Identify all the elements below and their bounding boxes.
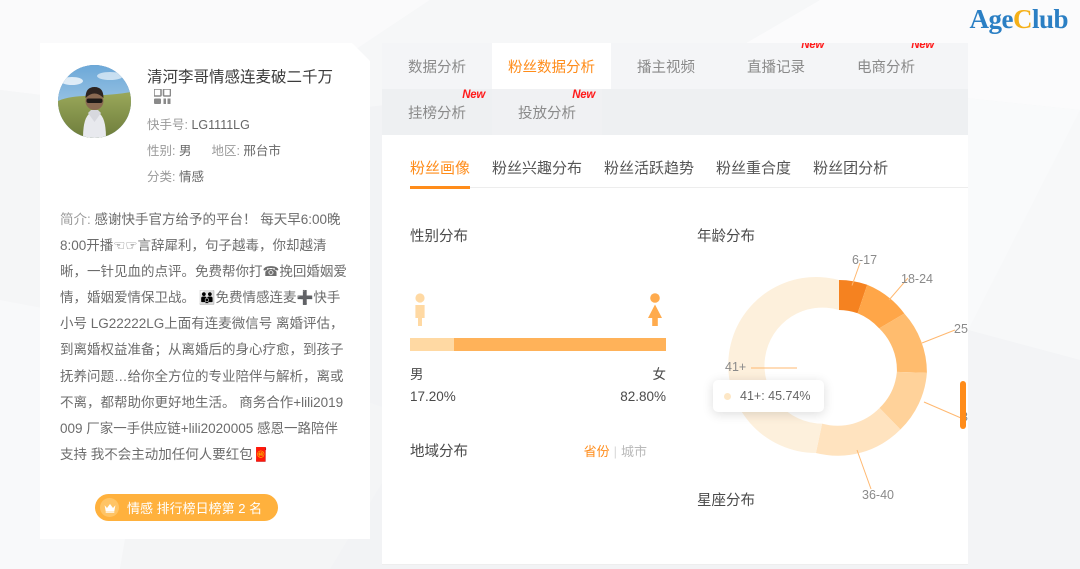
subtab-label: 粉丝活跃趋势 xyxy=(604,160,695,177)
age-chart-tooltip: 41+: 45.74% xyxy=(713,380,824,412)
new-flag: New xyxy=(572,89,595,101)
gender-bar-male-segment xyxy=(410,338,455,351)
age-label-6-17: 6-17 xyxy=(852,253,878,267)
gender-region-line: 性别: 男 地区: 邢台市 xyxy=(147,140,352,159)
gender-labels: 男 17.20% 女 82.80% xyxy=(410,364,666,409)
brand-logo-part2: C xyxy=(1012,4,1033,34)
tab-label: 挂榜分析 xyxy=(408,105,466,122)
tab-live-records[interactable]: New 直播记录 xyxy=(721,43,831,89)
tab-label: 直播记录 xyxy=(747,59,805,76)
profile-nickname: 清河李哥情感连麦破二千万 xyxy=(147,69,334,86)
gender-icons xyxy=(410,292,666,326)
region-toggle-province[interactable]: 省份 xyxy=(584,444,610,459)
secondary-tabbar: 粉丝画像 粉丝兴趣分布 粉丝活跃趋势 粉丝重合度 粉丝团分析 xyxy=(382,135,968,189)
region-toggle-separator: | xyxy=(613,443,617,459)
gender-value: 男 xyxy=(178,144,192,159)
analytics-content: 粉丝画像 粉丝兴趣分布 粉丝活跃趋势 粉丝重合度 粉丝团分析 性别分布 男 17… xyxy=(382,135,968,565)
subtab-fan-overlap[interactable]: 粉丝重合度 xyxy=(716,157,791,188)
profile-intro-text: 感谢快手官方给予的平台！ 每天早6:00晚8:00开播☜☞言辞犀利，句子越毒，你… xyxy=(60,212,347,462)
age-label-25-30: 25-30 xyxy=(954,322,968,336)
gender-section-title: 性别分布 xyxy=(410,225,675,246)
age-section-title: 年龄分布 xyxy=(697,225,968,246)
subtab-label: 粉丝团分析 xyxy=(813,160,889,177)
age-distribution-section: 年龄分布 6-17 18-24 25 36-40 41+ 41+: 45.74%… xyxy=(675,188,968,510)
kuaishou-id-line: 快手号: LG1111LG xyxy=(147,114,352,133)
primary-tab-row-1: 数据分析 粉丝数据分析 播主视频 New 直播记录 New 电商分析 xyxy=(382,43,968,89)
tab-label: 数据分析 xyxy=(408,59,466,76)
content-scrollbar-thumb[interactable] xyxy=(960,381,966,429)
age-label-36-40: 36-40 xyxy=(862,488,894,502)
age-label-41plus: 41+ xyxy=(725,360,747,374)
gender-distribution-bar xyxy=(410,338,666,351)
verified-badge-icon xyxy=(154,89,171,104)
content-bottom-divider xyxy=(382,564,968,565)
profile-card: 清河李哥情感连麦破二千万 快手号: LG1111LG 性别: 男 地区: 邢台市 xyxy=(40,43,370,539)
tab-placement-analysis[interactable]: New 投放分析 xyxy=(492,89,602,135)
primary-tab-row-2: New 挂榜分析 New 投放分析 xyxy=(382,89,968,135)
age-label-18-24: 18-24 xyxy=(901,272,933,286)
analytics-panel: 数据分析 粉丝数据分析 播主视频 New 直播记录 New 电商分析 New 挂… xyxy=(382,43,968,569)
brand-logo: AgeClub xyxy=(969,4,1068,35)
gender-distribution-section: 性别分布 男 17.20% 女 82.80% 地域分布 省份 | 城市 xyxy=(382,188,675,510)
gender-female-label: 女 xyxy=(652,367,667,382)
rank-badge: 情感 排行榜日榜第 2 名 xyxy=(95,494,278,521)
region-distribution-section-title: 地域分布 省份 | 城市 xyxy=(410,440,675,461)
gender-label: 性别: xyxy=(147,144,176,159)
region-toggle-city[interactable]: 城市 xyxy=(621,444,647,459)
female-icon xyxy=(648,293,662,326)
gender-male-stat: 男 17.20% xyxy=(410,364,456,409)
male-icon xyxy=(415,293,425,326)
subtab-label: 粉丝兴趣分布 xyxy=(492,160,583,177)
tab-ecommerce-analysis[interactable]: New 电商分析 xyxy=(831,43,941,89)
category-value: 情感 xyxy=(178,170,204,185)
profile-header: 清河李哥情感连麦破二千万 快手号: LG1111LG 性别: 男 地区: 邢台市 xyxy=(40,43,370,185)
tab-label: 粉丝数据分析 xyxy=(508,59,595,76)
region-title-label: 地域分布 xyxy=(410,443,468,460)
age-donut-chart: 6-17 18-24 25-30 31-35 36-40 41+ 41+: 45… xyxy=(697,252,968,504)
gender-title-label: 性别分布 xyxy=(410,229,468,245)
rank-badge-label: 情感 排行榜日榜第 2 名 xyxy=(127,501,263,516)
tab-ranking-analysis[interactable]: New 挂榜分析 xyxy=(382,89,492,135)
new-flag: New xyxy=(462,89,485,101)
subtab-fan-portrait[interactable]: 粉丝画像 xyxy=(410,157,471,189)
brand-logo-part3: lub xyxy=(1031,4,1069,34)
tab-host-videos[interactable]: 播主视频 xyxy=(611,43,721,89)
charts-grid: 性别分布 男 17.20% 女 82.80% 地域分布 省份 | 城市 年龄分布… xyxy=(382,188,968,510)
kuaishou-id-value: LG1111LG xyxy=(191,118,250,133)
subtab-label: 粉丝重合度 xyxy=(716,160,792,177)
avatar-photo xyxy=(58,65,131,138)
profile-meta: 清河李哥情感连麦破二千万 快手号: LG1111LG 性别: 男 地区: 邢台市 xyxy=(147,65,352,185)
tab-label: 投放分析 xyxy=(518,105,576,122)
tooltip-text: 41+: 45.74% xyxy=(740,389,811,403)
crown-icon xyxy=(100,498,119,517)
region-label: 地区: xyxy=(211,144,240,159)
tab-data-analysis[interactable]: 数据分析 xyxy=(382,43,492,89)
gender-male-label: 男 xyxy=(410,367,424,382)
region-value: 邢台市 xyxy=(243,144,281,159)
tooltip-series-dot xyxy=(724,392,731,400)
tab-label: 播主视频 xyxy=(637,59,695,76)
tab-row-filler xyxy=(602,89,968,135)
profile-intro-label: 简介: xyxy=(60,212,91,228)
region-scope-toggle[interactable]: 省份 | 城市 xyxy=(584,441,647,460)
gender-female-stat: 女 82.80% xyxy=(620,364,666,409)
category-line: 分类: 情感 xyxy=(147,166,352,185)
category-label: 分类: xyxy=(147,170,176,185)
age-donut-svg xyxy=(728,262,962,490)
kuaishou-id-label: 快手号: xyxy=(147,118,188,133)
subtab-label: 粉丝画像 xyxy=(410,160,471,177)
avatar xyxy=(58,65,131,138)
gender-male-value: 17.20% xyxy=(410,389,456,405)
tab-fan-data-analysis[interactable]: 粉丝数据分析 xyxy=(492,43,611,89)
subtab-fan-activity-trend[interactable]: 粉丝活跃趋势 xyxy=(604,157,694,188)
donut-segments xyxy=(728,277,927,456)
brand-logo-part1: Age xyxy=(969,4,1013,34)
tab-label: 电商分析 xyxy=(857,59,915,76)
age-title-label: 年龄分布 xyxy=(697,229,755,245)
profile-intro: 简介: 感谢快手官方给予的平台！ 每天早6:00晚8:00开播☜☞言辞犀利，句子… xyxy=(60,207,350,467)
primary-tabbar: 数据分析 粉丝数据分析 播主视频 New 直播记录 New 电商分析 New 挂… xyxy=(382,43,968,135)
subtab-fan-group-analysis[interactable]: 粉丝团分析 xyxy=(813,157,888,188)
gender-female-value: 82.80% xyxy=(620,389,666,405)
subtab-fan-interest[interactable]: 粉丝兴趣分布 xyxy=(492,157,582,188)
